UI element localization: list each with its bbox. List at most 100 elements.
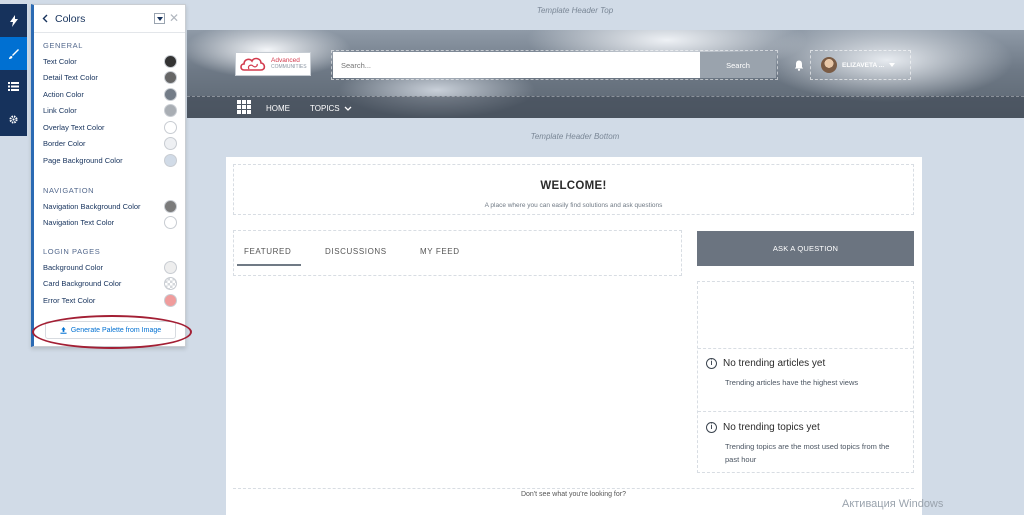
color-row[interactable]: Detail Text Color [34,70,185,87]
divider [698,411,913,412]
logo[interactable]: Advanced COMMUNITIES [235,52,311,76]
color-swatch[interactable] [164,87,177,101]
ask-question-button[interactable]: ASK A QUESTION [697,231,914,266]
trending-articles: i No trending articles yet Trending arti… [706,358,905,389]
color-swatch[interactable] [164,199,177,213]
user-name: ELIZAVETA ... [842,61,885,69]
welcome-subtitle: A place where you can easily find soluti… [484,202,663,209]
nav-home[interactable]: HOME [266,104,290,113]
panel-header: Colors ✕ [34,5,185,33]
not-found-text: Don't see what you're looking for? [520,491,626,498]
divider [698,348,913,349]
active-tab-indicator [237,264,301,266]
header-banner: Advanced COMMUNITIES Search ELIZAVETA ..… [187,30,1024,118]
color-label: Action Color [43,89,84,99]
color-swatch[interactable] [164,293,177,307]
color-row[interactable]: Link Color [34,103,185,120]
section-heading: NAVIGATION [43,186,95,195]
color-label: Error Text Color [43,295,96,305]
chevron-down-icon [889,63,896,67]
close-icon[interactable]: ✕ [169,11,179,25]
color-label: Background Color [43,262,104,272]
cloud-logo-icon [240,57,266,71]
gear-icon[interactable] [0,103,27,136]
color-row[interactable]: Background Color [34,259,185,276]
color-row[interactable]: Overlay Text Color [34,119,185,136]
trending-topics-title: No trending topics yet [723,422,820,433]
search-region: Search [331,50,778,80]
color-row[interactable]: Page Background Color [34,152,185,169]
color-swatch[interactable] [164,54,177,68]
info-icon: i [706,358,717,369]
color-label: Detail Text Color [43,73,98,83]
color-label: Overlay Text Color [43,122,105,132]
color-label: Card Background Color [43,279,122,289]
trending-topics-desc: Trending topics are the most used topics… [725,442,890,464]
feed-tabs: FEATURED DISCUSSIONS MY FEED [233,230,682,276]
section-general: GENERAL Text Color Detail Text Color Action… [34,41,185,169]
nav-topics[interactable]: TOPICS [310,104,352,113]
color-swatch[interactable] [164,153,177,167]
color-swatch[interactable] [164,120,177,134]
section-heading: GENERAL [43,41,84,50]
trending-panel: i No trending articles yet Trending arti… [697,281,914,473]
trending-articles-title: No trending articles yet [723,358,826,369]
tab-featured[interactable]: FEATURED [244,247,291,256]
color-swatch[interactable] [164,277,177,291]
section-login-pages: LOGIN PAGES Background Color Card Backgrou… [34,247,185,309]
windows-activation-watermark: Активация Windows [842,498,944,510]
template-header-top-label: Template Header Top [536,6,614,15]
info-icon: i [706,422,717,433]
color-label: Border Color [43,139,86,149]
color-row[interactable]: Navigation Text Color [34,215,185,232]
user-menu[interactable]: ELIZAVETA ... [810,50,911,80]
nav-topics-label: TOPICS [310,104,340,113]
brush-icon[interactable] [0,37,27,70]
not-found-section: Don't see what you're looking for? [233,488,914,515]
trending-articles-desc: Trending articles have the highest views [725,378,859,387]
avatar [821,57,837,73]
color-row[interactable]: Error Text Color [34,292,185,309]
trending-topics: i No trending topics yet Trending topics… [706,422,905,466]
color-swatch[interactable] [164,104,177,118]
welcome-section: WELCOME! A place where you can easily fi… [233,164,914,215]
color-swatch[interactable] [164,137,177,151]
color-swatch[interactable] [164,71,177,85]
section-navigation: NAVIGATION Navigation Background Color Nav… [34,186,185,231]
logo-text: Advanced COMMUNITIES [271,57,307,71]
search-input[interactable] [333,52,700,78]
color-row[interactable]: Action Color [34,86,185,103]
panel-title: Colors [55,12,86,25]
color-row[interactable]: Border Color [34,136,185,153]
list-icon[interactable] [0,70,27,103]
navigation-bar: HOME TOPICS [187,96,1024,118]
builder-rail [0,0,27,515]
color-row[interactable]: Card Background Color [34,276,185,293]
welcome-title: WELCOME! [540,180,607,192]
chevron-down-icon [344,106,352,111]
section-heading: LOGIN PAGES [43,247,101,256]
app-launcher-icon[interactable] [237,100,251,114]
logo-line1: Advanced [271,57,300,64]
tab-my-feed[interactable]: MY FEED [420,247,460,256]
colors-panel: Colors ✕ GENERAL Text Color Detail Text Co… [31,4,186,347]
color-swatch[interactable] [164,260,177,274]
search-button[interactable]: Search [700,52,776,78]
logo-line2: COMMUNITIES [271,64,307,70]
color-row[interactable]: Navigation Background Color [34,198,185,215]
color-label: Page Background Color [43,155,123,165]
color-label: Navigation Background Color [43,201,141,211]
panel-menu-dropdown[interactable] [154,13,165,24]
tab-discussions[interactable]: DISCUSSIONS [325,247,387,256]
color-label: Navigation Text Color [43,218,115,228]
back-chevron-icon[interactable] [42,10,48,28]
color-row[interactable]: Text Color [34,53,185,70]
template-header-bottom-label: Template Header Bottom [530,132,620,141]
bell-icon[interactable] [794,58,804,76]
color-label: Link Color [43,106,77,116]
color-label: Text Color [43,56,77,66]
content-card: WELCOME! A place where you can easily fi… [226,157,922,515]
color-swatch[interactable] [164,216,177,230]
lightning-icon[interactable] [0,4,27,37]
highlight-oval [32,315,192,349]
